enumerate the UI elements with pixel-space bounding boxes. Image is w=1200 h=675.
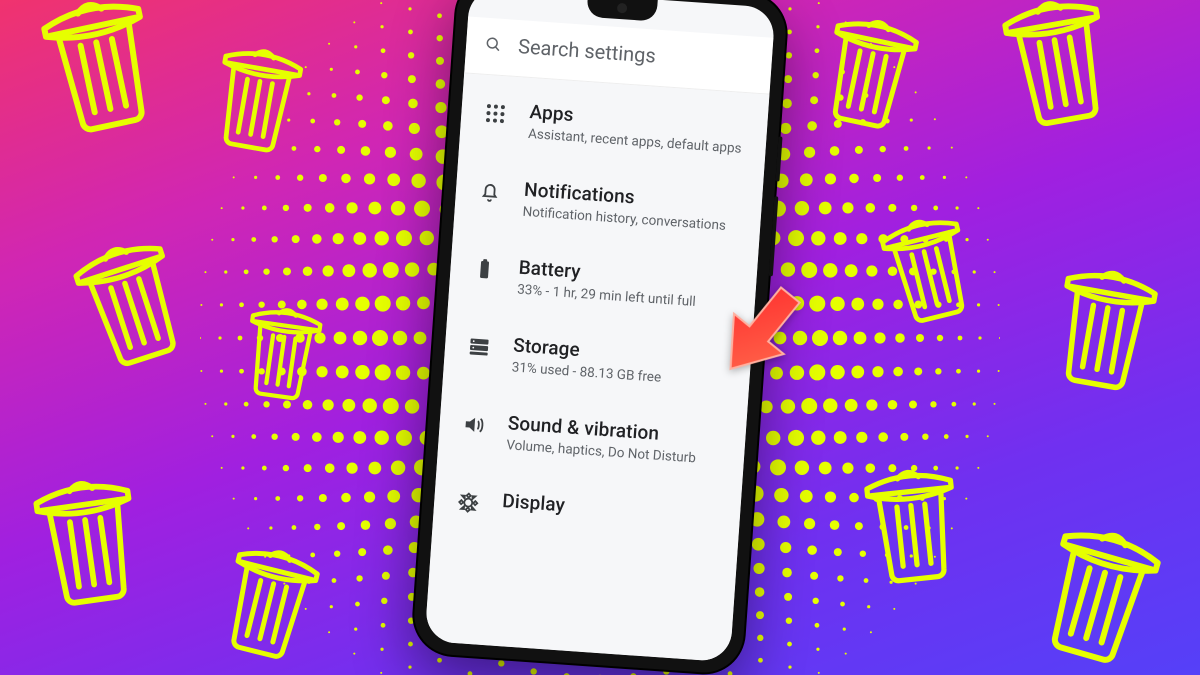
trash-icon: [207, 530, 332, 667]
phone-notch: [586, 0, 657, 21]
trash-icon: [1040, 251, 1171, 396]
search-placeholder: Search settings: [517, 34, 656, 68]
phone-frame: Search settings Apps Assistant, recent a…: [412, 0, 789, 675]
power-button: [775, 136, 782, 181]
trash-icon: [989, 0, 1126, 133]
battery-icon: [472, 256, 498, 282]
trash-icon: [854, 455, 971, 588]
trash-icon: [234, 295, 332, 405]
promo-canvas: Search settings Apps Assistant, recent a…: [0, 0, 1200, 675]
trash-icon: [58, 221, 202, 377]
speaker-icon: [461, 412, 487, 438]
settings-item-title: Display: [502, 489, 731, 528]
search-icon: [484, 34, 503, 53]
phone-mockup: Search settings Apps Assistant, recent a…: [412, 0, 789, 675]
trash-icon: [27, 0, 173, 141]
trash-icon: [201, 33, 314, 159]
phone-screen: Search settings Apps Assistant, recent a…: [424, 0, 775, 662]
apps-grid-icon: [483, 100, 509, 126]
volume-button: [769, 196, 779, 276]
storage-icon: [466, 334, 492, 360]
settings-list: Apps Assistant, recent apps, default app…: [424, 73, 769, 662]
trash-icon: [868, 200, 987, 331]
trash-icon: [1023, 506, 1177, 674]
trash-icon: [809, 1, 931, 136]
bell-icon: [477, 178, 503, 204]
trash-icon: [21, 463, 154, 612]
brightness-icon: [455, 489, 481, 515]
